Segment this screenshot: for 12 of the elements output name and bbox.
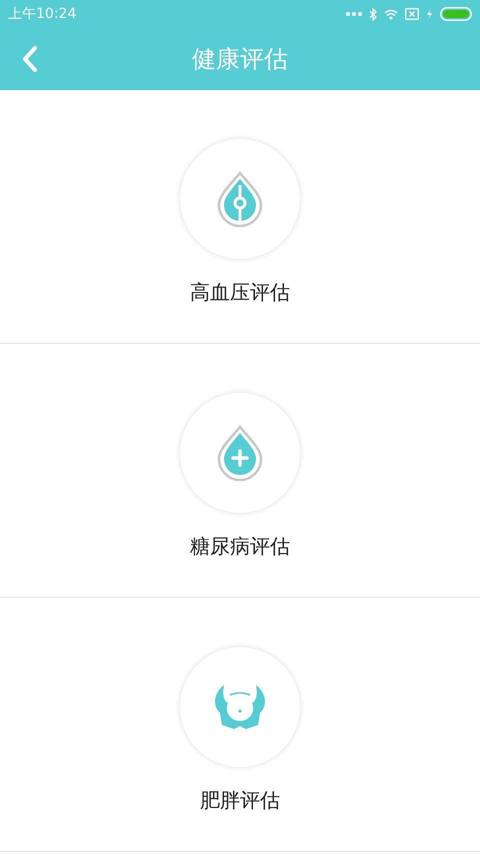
more-dots-icon [346,12,362,16]
bluetooth-icon [369,8,377,20]
drop-plus-icon [216,425,264,481]
no-sim-icon [405,8,419,20]
drop-icon [216,171,264,227]
charging-icon [426,8,433,20]
page-title: 健康评估 [192,44,288,75]
wifi-icon [384,8,398,20]
belly-icon [212,683,268,731]
battery-icon [440,7,472,21]
back-icon [22,45,38,73]
status-time: 上午10:24 [8,5,76,23]
